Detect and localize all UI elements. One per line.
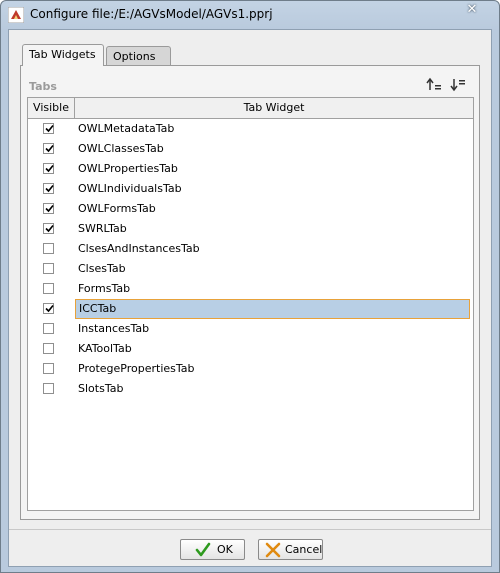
window-title: Configure file:/E:/AGVsModel/AGVs1.pprj	[30, 7, 273, 21]
tab-widget-name: OWLMetadataTab	[78, 122, 175, 135]
check-icon	[45, 204, 54, 213]
table-row[interactable]: SlotsTab	[28, 379, 473, 399]
table-header: Visible Tab Widget	[28, 98, 473, 119]
check-icon	[45, 144, 54, 153]
tab-widgets-panel: Tabs Visible Tab Widget OWLMetadataTab O…	[20, 65, 480, 520]
check-icon	[45, 304, 54, 313]
check-icon	[45, 184, 54, 193]
tab-options[interactable]: Options	[106, 46, 171, 66]
protege-app-icon	[7, 6, 25, 24]
visible-checkbox[interactable]	[43, 143, 54, 154]
close-icon[interactable]: ✕	[457, 2, 487, 18]
visible-checkbox[interactable]	[43, 243, 54, 254]
tab-widget-name: OWLFormsTab	[78, 202, 156, 215]
tab-widget-name: SlotsTab	[78, 382, 124, 395]
table-row[interactable]: OWLIndividualsTab	[28, 179, 473, 199]
table-row[interactable]: ClsesTab	[28, 259, 473, 279]
dialog-window: Configure file:/E:/AGVsModel/AGVs1.pprj …	[0, 0, 500, 573]
table-row[interactable]: OWLPropertiesTab	[28, 159, 473, 179]
tab-widget-name: ClsesTab	[78, 262, 126, 275]
visible-checkbox[interactable]	[43, 183, 54, 194]
ok-button[interactable]: OK	[180, 539, 245, 560]
table-row[interactable]: OWLMetadataTab	[28, 119, 473, 139]
tab-widget-name: FormsTab	[78, 282, 131, 295]
tab-widget-name: ProtegePropertiesTab	[78, 362, 195, 375]
visible-checkbox[interactable]	[43, 383, 54, 394]
ok-button-label: OK	[217, 543, 233, 556]
title-bar[interactable]: Configure file:/E:/AGVsModel/AGVs1.pprj …	[1, 1, 499, 29]
tab-tab-widgets[interactable]: Tab Widgets	[22, 44, 104, 66]
tab-widget-name: ICCTab	[75, 299, 470, 319]
check-icon	[45, 124, 54, 133]
visible-checkbox[interactable]	[43, 343, 54, 354]
check-icon	[45, 164, 54, 173]
dialog-body: Tab Widgets Options Tabs Visible Tab Wid…	[8, 29, 492, 567]
visible-checkbox[interactable]	[43, 203, 54, 214]
visible-checkbox[interactable]	[43, 363, 54, 374]
table-row[interactable]: SWRLTab	[28, 219, 473, 239]
cancel-x-icon	[265, 542, 281, 558]
move-up-icon[interactable]	[425, 76, 443, 94]
table-row[interactable]: KAToolTab	[28, 339, 473, 359]
table-row[interactable]: InstancesTab	[28, 319, 473, 339]
move-down-icon[interactable]	[449, 76, 467, 94]
check-icon	[45, 224, 54, 233]
visible-checkbox[interactable]	[43, 163, 54, 174]
visible-checkbox[interactable]	[43, 283, 54, 294]
tab-widget-name: InstancesTab	[78, 322, 150, 335]
cancel-button[interactable]: Cancel	[258, 539, 323, 560]
section-label-tabs: Tabs	[29, 80, 57, 93]
visible-checkbox[interactable]	[43, 323, 54, 334]
cancel-button-label: Cancel	[285, 543, 323, 556]
visible-checkbox[interactable]	[43, 123, 54, 134]
checkmark-icon	[195, 542, 211, 558]
visible-checkbox[interactable]	[43, 223, 54, 234]
table-row[interactable]: ProtegePropertiesTab	[28, 359, 473, 379]
visible-checkbox[interactable]	[43, 263, 54, 274]
button-divider	[9, 529, 491, 530]
tab-widget-name: OWLIndividualsTab	[78, 182, 182, 195]
table-row[interactable]: OWLFormsTab	[28, 199, 473, 219]
table-row[interactable]: OWLClassesTab	[28, 139, 473, 159]
tab-widget-name: OWLClassesTab	[78, 142, 164, 155]
tab-widget-name: KAToolTab	[78, 342, 132, 355]
tab-widget-name: ClsesAndInstancesTab	[78, 242, 200, 255]
column-header-visible[interactable]: Visible	[28, 98, 75, 118]
table-row[interactable]: ClsesAndInstancesTab	[28, 239, 473, 259]
table-row[interactable]: ICCTab	[28, 299, 473, 319]
tab-widget-name: SWRLTab	[78, 222, 127, 235]
visible-checkbox[interactable]	[43, 303, 54, 314]
table-row[interactable]: FormsTab	[28, 279, 473, 299]
tab-widget-name: OWLPropertiesTab	[78, 162, 178, 175]
column-header-tab-widget[interactable]: Tab Widget	[75, 98, 473, 118]
tab-widget-table: Visible Tab Widget OWLMetadataTab OWLClas…	[27, 97, 474, 511]
